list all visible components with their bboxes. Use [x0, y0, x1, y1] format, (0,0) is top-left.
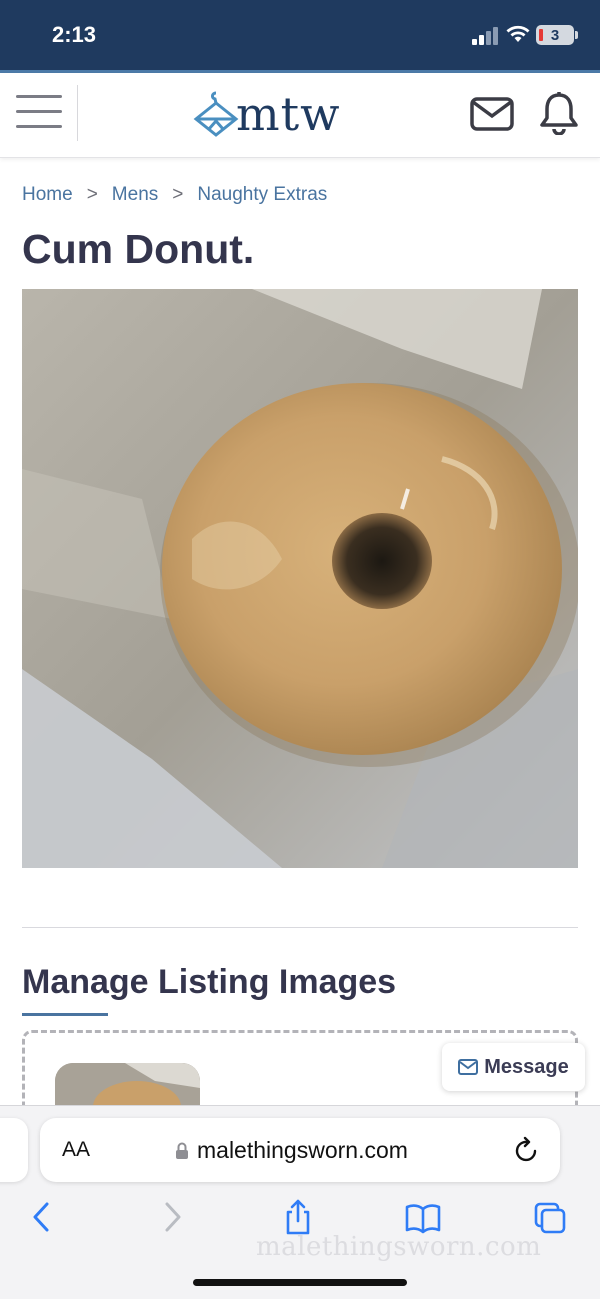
hanger-logo-icon — [193, 91, 239, 137]
share-icon[interactable] — [280, 1198, 316, 1236]
mail-icon[interactable] — [470, 97, 514, 131]
breadcrumb-separator: > — [86, 184, 98, 205]
product-image[interactable] — [22, 289, 578, 868]
home-indicator — [193, 1279, 407, 1286]
forward-icon[interactable] — [154, 1198, 190, 1236]
breadcrumb-home[interactable]: Home — [22, 184, 73, 206]
manage-images-heading: Manage Listing Images — [22, 963, 397, 1001]
tabs-icon[interactable] — [532, 1198, 568, 1236]
message-button[interactable]: Message — [442, 1043, 585, 1091]
cellular-signal-icon — [472, 27, 498, 45]
url-text: malethingsworn.com — [197, 1137, 408, 1163]
message-button-label: Message — [484, 1055, 569, 1078]
reload-icon[interactable] — [514, 1136, 540, 1164]
back-icon[interactable] — [24, 1198, 60, 1236]
battery-icon: 3 — [536, 25, 578, 45]
bookmarks-icon[interactable] — [405, 1198, 441, 1236]
breadcrumb-naughty-extras[interactable]: Naughty Extras — [197, 184, 327, 206]
wifi-icon — [506, 25, 530, 42]
address-bar[interactable]: AA malethingsworn.com — [40, 1118, 560, 1182]
status-bar: 2:13 3 — [0, 0, 600, 70]
breadcrumb: Home > Mens > Naughty Extras — [22, 184, 327, 206]
breadcrumb-mens[interactable]: Mens — [112, 184, 158, 206]
page-title: Cum Donut. — [22, 226, 255, 272]
site-header: mtw — [0, 73, 600, 158]
status-time: 2:13 — [52, 22, 97, 47]
header-divider — [77, 85, 78, 141]
logo-text: mtw — [236, 87, 341, 141]
previous-tab-card[interactable] — [0, 1118, 28, 1182]
section-divider — [22, 927, 578, 928]
bell-icon[interactable] — [538, 91, 580, 135]
breadcrumb-separator: > — [172, 184, 184, 205]
site-logo[interactable]: mtw — [192, 87, 340, 141]
hamburger-menu-icon[interactable] — [16, 95, 62, 131]
text-size-button[interactable]: AA — [62, 1138, 90, 1162]
envelope-icon — [458, 1059, 479, 1075]
lock-icon — [176, 1142, 188, 1159]
url-display[interactable]: malethingsworn.com — [175, 1137, 408, 1164]
heading-underline — [22, 1013, 108, 1016]
